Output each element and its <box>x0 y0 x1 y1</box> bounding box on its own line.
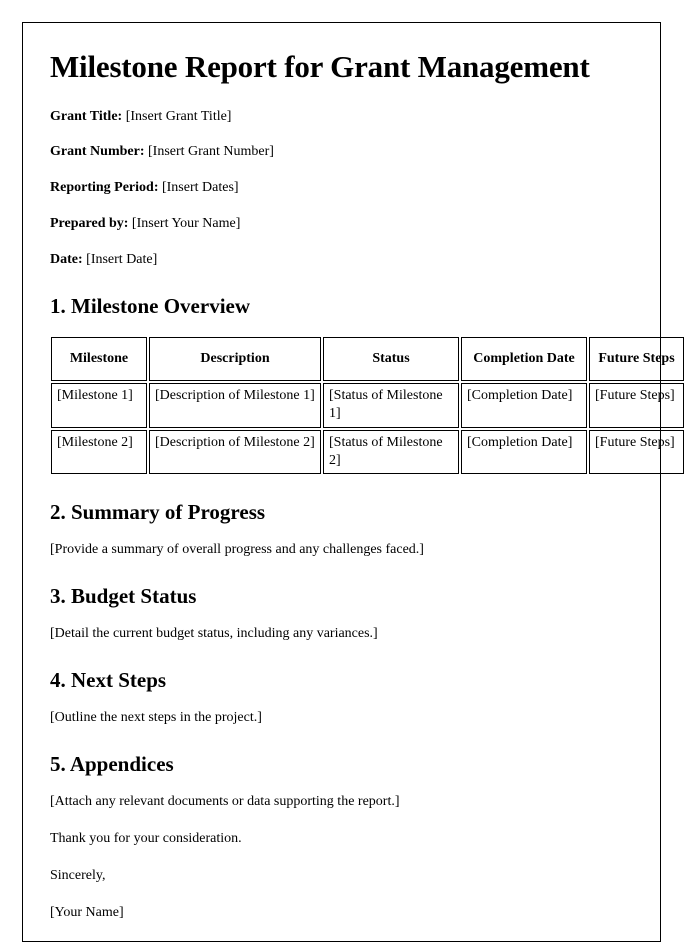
column-header-completion-date: Completion Date <box>461 337 587 382</box>
section-body-next-steps: [Outline the next steps in the project.] <box>50 710 262 726</box>
cell-future-steps: [Future Steps] <box>589 383 684 428</box>
section-heading-next-steps: 4. Next Steps <box>50 668 167 693</box>
meta-grant-number: Grant Number: [Insert Grant Number] <box>50 143 632 162</box>
meta-date-value: [Insert Date] <box>86 252 158 268</box>
cell-milestone: [Milestone 2] <box>51 429 147 474</box>
meta-prepared-by-value: [Insert Your Name] <box>131 216 241 232</box>
closing-salutation: Sincerely, <box>50 868 106 884</box>
meta-prepared-by: Prepared by: [Insert Your Name] <box>50 215 632 234</box>
document-page: Milestone Report for Grant Management Gr… <box>22 22 684 942</box>
section-body-budget-status: [Detail the current budget status, inclu… <box>50 626 378 642</box>
meta-grant-title-value: [Insert Grant Title] <box>125 108 232 124</box>
section-heading-summary-of-progress: 2. Summary of Progress <box>50 499 266 524</box>
column-header-description: Description <box>149 337 321 382</box>
meta-reporting-period-value: [Insert Dates] <box>161 180 239 196</box>
meta-grant-number-value: [Insert Grant Number] <box>148 144 274 160</box>
meta-prepared-by-label: Prepared by: <box>50 216 129 232</box>
milestone-overview-table: Milestone Description Status Completion … <box>49 335 686 476</box>
table-header-row: Milestone Description Status Completion … <box>51 337 684 382</box>
cell-status: [Status of Milestone 1] <box>323 383 459 428</box>
table-row: [Milestone 2] [Description of Milestone … <box>51 429 684 474</box>
closing-signature: [Your Name] <box>50 905 124 921</box>
meta-date-label: Date: <box>50 252 83 268</box>
column-header-milestone: Milestone <box>51 337 147 382</box>
column-header-future-steps: Future Steps <box>589 337 684 382</box>
cell-description: [Description of Milestone 1] <box>149 383 321 428</box>
column-header-status: Status <box>323 337 459 382</box>
section-body-appendices: [Attach any relevant documents or data s… <box>50 794 400 810</box>
section-body-summary-of-progress: [Provide a summary of overall progress a… <box>50 542 424 558</box>
section-heading-budget-status: 3. Budget Status <box>50 584 197 609</box>
meta-grant-number-label: Grant Number: <box>50 144 145 160</box>
cell-status: [Status of Milestone 2] <box>323 429 459 474</box>
document-body: Milestone Report for Grant Management Gr… <box>23 23 684 923</box>
meta-date: Date: [Insert Date] <box>50 251 632 270</box>
page-title: Milestone Report for Grant Management <box>50 49 590 84</box>
meta-reporting-period-label: Reporting Period: <box>50 180 159 196</box>
table-row: [Milestone 1] [Description of Milestone … <box>51 383 684 428</box>
section-heading-milestone-overview: 1. Milestone Overview <box>50 294 251 319</box>
section-heading-appendices: 5. Appendices <box>50 752 174 777</box>
cell-completion-date: [Completion Date] <box>461 383 587 428</box>
cell-milestone: [Milestone 1] <box>51 383 147 428</box>
meta-reporting-period: Reporting Period: [Insert Dates] <box>50 179 632 198</box>
cell-future-steps: [Future Steps] <box>589 429 684 474</box>
cell-description: [Description of Milestone 2] <box>149 429 321 474</box>
cell-completion-date: [Completion Date] <box>461 429 587 474</box>
closing-thanks: Thank you for your consideration. <box>50 831 242 847</box>
meta-grant-title-label: Grant Title: <box>50 108 123 124</box>
meta-grant-title: Grant Title: [Insert Grant Title] <box>50 108 632 127</box>
